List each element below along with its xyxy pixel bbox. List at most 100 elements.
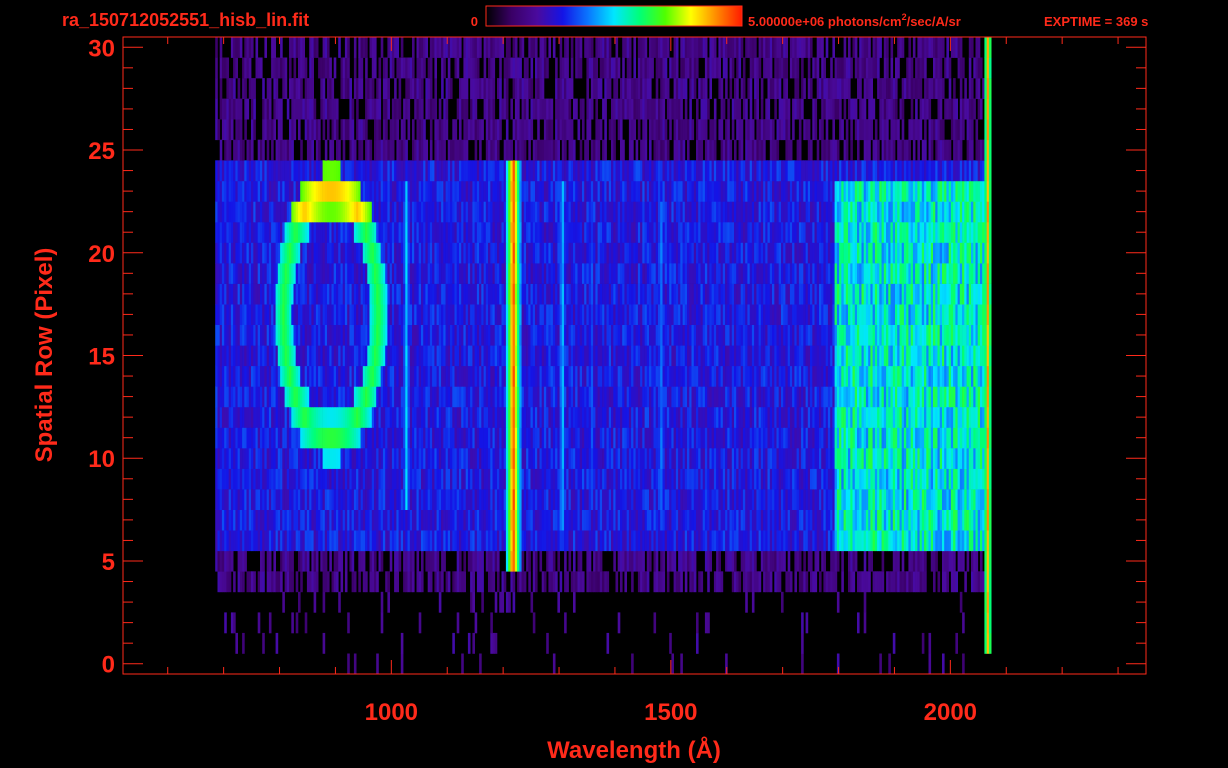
heatmap-cell	[810, 448, 813, 469]
heatmap-cell	[499, 427, 502, 449]
heatmap-cell	[928, 427, 932, 449]
heatmap-cell	[785, 571, 788, 593]
heatmap-cell	[320, 468, 323, 490]
heatmap-cell	[306, 489, 310, 510]
heatmap-cell	[474, 365, 478, 387]
heatmap-cell	[338, 509, 341, 531]
heatmap-cell	[848, 304, 851, 325]
heatmap-cell	[470, 345, 473, 367]
heatmap-cell	[425, 509, 428, 531]
heatmap-cell	[933, 345, 936, 367]
heatmap-cell	[543, 345, 547, 367]
heatmap-cell	[841, 509, 844, 531]
heatmap-cell	[903, 324, 907, 346]
heatmap-cell	[691, 571, 695, 593]
heatmap-cell	[796, 386, 800, 408]
heatmap-cell	[611, 509, 614, 531]
heatmap-cell	[704, 365, 708, 387]
heatmap-cell	[666, 550, 670, 572]
heatmap-cell	[351, 406, 355, 428]
heatmap-cell	[599, 448, 603, 469]
heatmap-cell	[313, 283, 317, 305]
heatmap-cell	[742, 550, 746, 572]
heatmap-cell	[593, 304, 596, 325]
heatmap-cell	[897, 304, 900, 325]
heatmap-cell	[313, 468, 317, 490]
heatmap-cell	[418, 386, 422, 408]
heatmap-cell	[295, 489, 299, 510]
heatmap-cell	[903, 406, 907, 428]
heatmap-cell	[575, 406, 578, 428]
heatmap-cell	[338, 365, 341, 387]
heatmap-cell	[358, 427, 361, 449]
heatmap-cell	[827, 406, 831, 428]
heatmap-cell	[537, 324, 540, 346]
heatmap-cell	[344, 509, 348, 531]
heatmap-cell	[971, 530, 974, 552]
heatmap-cell	[883, 489, 887, 510]
heatmap-cell	[872, 345, 876, 367]
heatmap-cell	[221, 468, 225, 490]
heatmap-cell	[481, 386, 484, 408]
heatmap-cell	[742, 489, 746, 510]
heatmap-cell	[680, 550, 683, 572]
heatmap-cell	[443, 304, 446, 325]
heatmap-cell	[215, 365, 218, 387]
heatmap-cell	[810, 304, 813, 325]
heatmap-cell	[251, 448, 254, 469]
heatmap-cell	[239, 427, 243, 449]
heatmap-cell	[964, 509, 967, 531]
heatmap-cell	[988, 324, 992, 346]
heatmap-cell	[852, 406, 856, 428]
heatmap-cell	[778, 386, 782, 408]
heatmap-cell	[387, 365, 390, 387]
heatmap-cell	[561, 304, 565, 325]
heatmap-cell	[722, 448, 726, 469]
heatmap-cell	[879, 324, 882, 346]
heatmap-cell	[579, 283, 583, 305]
heatmap-cell	[233, 509, 236, 531]
heatmap-cell	[696, 632, 699, 654]
heatmap-cell	[834, 406, 838, 428]
heatmap-cell	[921, 571, 925, 593]
heatmap-cell	[908, 530, 911, 552]
heatmap-cell	[691, 406, 695, 428]
heatmap-cell	[228, 571, 232, 593]
heatmap-cell	[235, 632, 238, 654]
heatmap-cell	[778, 530, 782, 552]
heatmap-cell	[407, 427, 411, 449]
heatmap-cell	[687, 489, 690, 510]
heatmap-cell	[599, 324, 603, 346]
heatmap-cell	[841, 571, 844, 593]
heatmap-cell	[443, 530, 446, 552]
heatmap-cell	[302, 324, 305, 346]
heatmap-cell	[785, 427, 788, 449]
heatmap-cell	[512, 448, 516, 469]
heatmap-cell	[810, 365, 813, 387]
heatmap-cell	[481, 324, 484, 346]
heatmap-cell	[785, 386, 788, 408]
heatmap-cell	[841, 386, 844, 408]
heatmap-cell	[579, 406, 583, 428]
heatmap-cell	[555, 324, 558, 346]
heatmap-cell	[617, 509, 621, 531]
heatmap-cell	[302, 345, 305, 367]
heatmap-cell	[512, 406, 516, 428]
heatmap-cell	[387, 324, 390, 346]
heatmap-cell	[221, 365, 225, 387]
heatmap-cell	[523, 365, 527, 387]
heatmap-cell	[722, 489, 726, 510]
heatmap-cell	[908, 427, 911, 449]
heatmap-cell	[662, 571, 666, 593]
heatmap-cell	[848, 448, 851, 469]
heatmap-cell	[666, 530, 670, 552]
heatmap-cell	[246, 386, 250, 408]
heatmap-cell	[747, 304, 750, 325]
heatmap-cell	[289, 406, 292, 428]
heatmap-cell	[669, 632, 672, 654]
heatmap-cell	[606, 304, 610, 325]
heatmap-cell	[660, 468, 663, 490]
heatmap-cell	[785, 489, 788, 510]
heatmap-cell	[329, 550, 332, 572]
heatmap-cell	[421, 550, 424, 572]
